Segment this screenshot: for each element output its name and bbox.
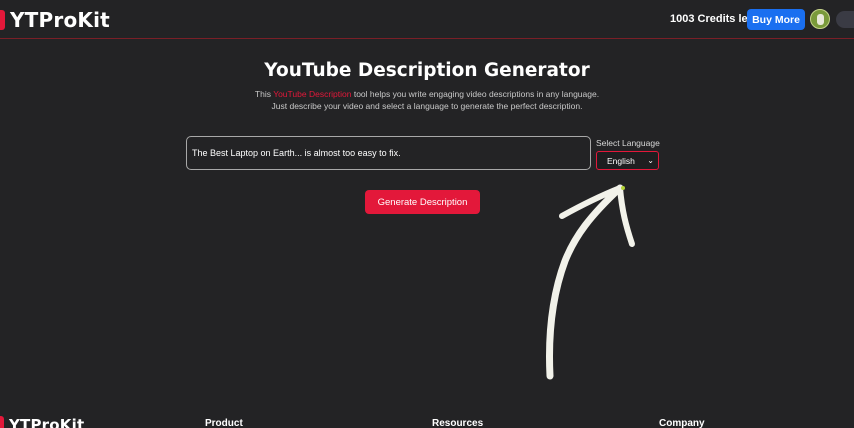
- language-select[interactable]: English ⌄: [596, 151, 659, 170]
- footer-heading-product: Product: [205, 418, 243, 428]
- description-suffix: tool helps you write engaging video desc…: [351, 89, 600, 99]
- video-description-input[interactable]: [186, 136, 591, 170]
- chevron-down-icon: ⌄: [647, 156, 654, 165]
- top-navbar: YTProKit 1003 Credits left Buy More: [0, 0, 854, 39]
- description-prefix: This: [254, 89, 274, 99]
- youtube-play-icon: [0, 416, 4, 428]
- buy-more-button[interactable]: Buy More: [747, 9, 805, 30]
- site-logo[interactable]: YTProKit: [0, 8, 110, 32]
- hand-drawn-arrow-icon: [546, 184, 635, 380]
- description-line-2: Just describe your video and select a la…: [271, 101, 583, 111]
- page-description: This YouTube Description tool helps you …: [0, 88, 854, 112]
- user-avatar[interactable]: [810, 9, 830, 29]
- footer-heading-company: Company: [659, 418, 705, 428]
- credits-counter: 1003 Credits left: [670, 13, 755, 25]
- language-selected-value: English: [607, 155, 635, 166]
- language-label: Select Language: [596, 138, 660, 148]
- generate-description-button[interactable]: Generate Description: [365, 190, 480, 214]
- logo-text: YTProKit: [10, 8, 110, 32]
- footer-heading-resources: Resources: [432, 418, 484, 428]
- youtube-play-icon: [0, 10, 5, 30]
- footer-logo[interactable]: YTProKit: [0, 415, 84, 428]
- page-title: YouTube Description Generator: [264, 60, 590, 81]
- footer-logo-text: YTProKit: [9, 416, 85, 428]
- youtube-description-link[interactable]: YouTube Description: [273, 89, 351, 99]
- theme-toggle[interactable]: [836, 11, 854, 28]
- description-line-1: This YouTube Description tool helps you …: [0, 88, 854, 100]
